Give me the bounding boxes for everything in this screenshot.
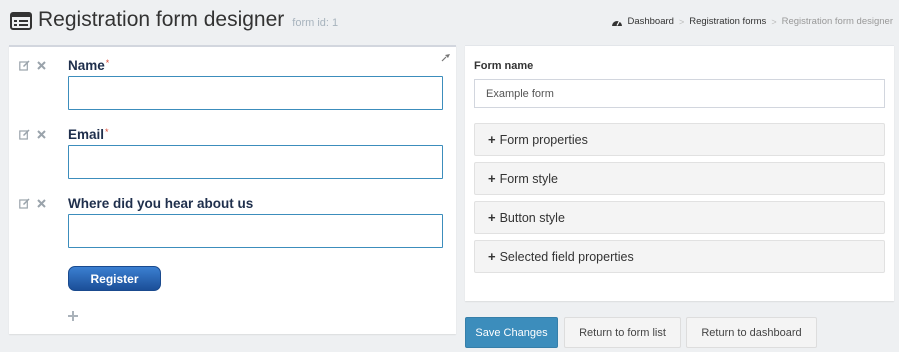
required-mark: * bbox=[105, 58, 110, 68]
form-name-label: Form name bbox=[474, 60, 534, 72]
section-label: Selected field properties bbox=[499, 249, 634, 264]
section-selected-field-properties[interactable]: + Selected field properties bbox=[474, 240, 885, 273]
breadcrumb-separator: > bbox=[771, 16, 777, 27]
edit-icon[interactable] bbox=[19, 198, 30, 209]
plus-icon[interactable] bbox=[66, 309, 80, 323]
field-label: Email* bbox=[68, 127, 109, 142]
plus-icon: + bbox=[488, 171, 496, 186]
form-id: form id: 1 bbox=[292, 17, 339, 29]
breadcrumb-current: Registration form designer bbox=[781, 16, 893, 27]
name-input[interactable] bbox=[68, 76, 443, 110]
required-mark: * bbox=[105, 127, 109, 137]
field-tools bbox=[19, 198, 47, 209]
section-form-properties[interactable]: + Form properties bbox=[474, 123, 885, 156]
remove-icon[interactable] bbox=[36, 60, 47, 71]
dashboard-gauge-icon bbox=[612, 20, 623, 26]
field-label-text: Where did you hear about us bbox=[68, 196, 254, 211]
section-label: Form style bbox=[499, 171, 558, 186]
register-button[interactable]: Register bbox=[68, 266, 161, 291]
remove-icon[interactable] bbox=[36, 198, 47, 209]
section-button-style[interactable]: + Button style bbox=[474, 201, 885, 234]
page-header: Registration form designer form id: 1 Da… bbox=[0, 0, 899, 44]
referral-input[interactable] bbox=[68, 214, 443, 248]
pin-icon[interactable] bbox=[440, 51, 452, 63]
form-settings-panel: Form name Example form + Form properties … bbox=[465, 45, 894, 301]
field-label-text: Name bbox=[68, 58, 105, 73]
breadcrumb-separator: > bbox=[678, 16, 685, 27]
return-to-dashboard-button[interactable]: Return to dashboard bbox=[686, 317, 817, 348]
plus-icon: + bbox=[488, 132, 496, 147]
page-title: Registration form designer bbox=[38, 8, 285, 31]
save-changes-button[interactable]: Save Changes bbox=[465, 317, 558, 348]
remove-icon[interactable] bbox=[36, 129, 47, 140]
field-label: Where did you hear about us bbox=[68, 196, 254, 211]
section-label: Form properties bbox=[499, 132, 588, 147]
form-preview-panel: Name* Email* Where did you hear about us… bbox=[9, 45, 456, 334]
breadcrumb-dashboard[interactable]: Dashboard bbox=[627, 16, 673, 27]
breadcrumb-registration-forms[interactable]: Registration forms bbox=[689, 16, 766, 27]
field-tools bbox=[19, 129, 47, 140]
field-label: Name* bbox=[68, 58, 109, 73]
email-input[interactable] bbox=[68, 145, 443, 179]
section-label: Button style bbox=[499, 210, 565, 225]
title-block: Registration form designer form id: 1 bbox=[10, 8, 338, 32]
list-window-icon bbox=[10, 12, 32, 30]
plus-icon: + bbox=[488, 249, 496, 264]
edit-icon[interactable] bbox=[19, 60, 30, 71]
return-to-form-list-button[interactable]: Return to form list bbox=[564, 317, 681, 348]
section-form-style[interactable]: + Form style bbox=[474, 162, 885, 195]
plus-icon: + bbox=[488, 210, 496, 225]
field-tools bbox=[19, 60, 47, 71]
form-name-input[interactable]: Example form bbox=[474, 79, 885, 108]
field-label-text: Email bbox=[68, 127, 105, 142]
edit-icon[interactable] bbox=[19, 129, 30, 140]
breadcrumb: Dashboard > Registration forms > Registr… bbox=[611, 16, 893, 27]
